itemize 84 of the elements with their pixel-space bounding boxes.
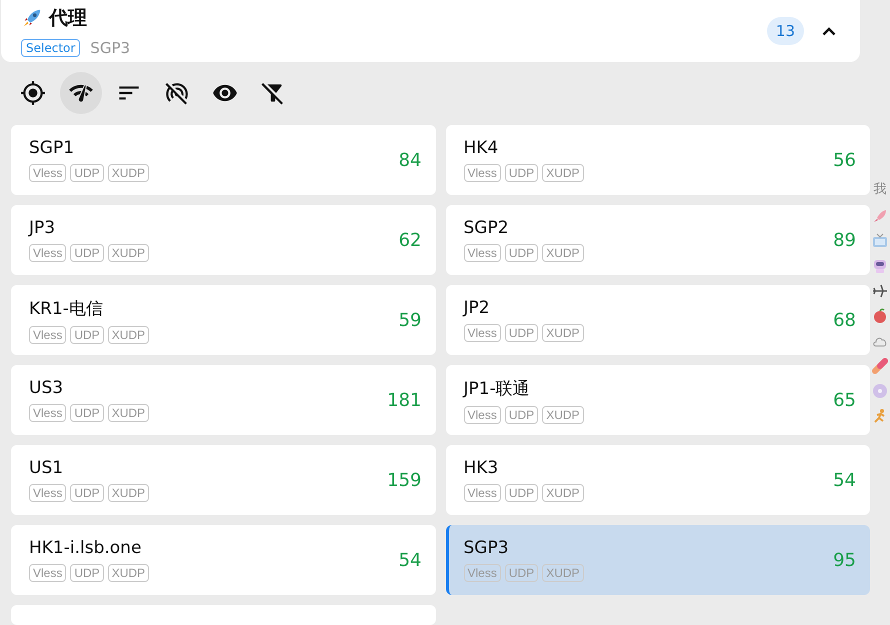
proxy-name: SGP1 bbox=[29, 138, 76, 158]
proxy-tag: XUDP bbox=[542, 564, 584, 582]
proxy-card[interactable]: US1 Vless UDP XUDP 159 bbox=[11, 445, 436, 515]
latency-value: 59 bbox=[398, 310, 422, 330]
toolbar-button[interactable] bbox=[60, 72, 102, 114]
proxy-card[interactable]: JP3 Vless UDP XUDP 62 bbox=[11, 205, 436, 275]
proxy-name: HK1-i.lsb.one bbox=[29, 538, 142, 558]
proxy-tag: XUDP bbox=[542, 324, 584, 342]
proxy-tag: UDP bbox=[504, 244, 538, 262]
proxy-card[interactable]: HK1-i.lsb.one Vless UDP XUDP 54 bbox=[11, 525, 436, 595]
proxy-tag: XUDP bbox=[108, 326, 150, 344]
proxy-tag: Vless bbox=[29, 404, 66, 422]
proxy-name: SGP3 bbox=[464, 538, 510, 558]
latency-value: 89 bbox=[833, 230, 856, 250]
proxy-name: US1 bbox=[29, 458, 64, 478]
proxy-card[interactable]: HK4 Vless UDP XUDP 56 bbox=[446, 125, 870, 195]
proxy-tag: XUDP bbox=[108, 404, 150, 422]
proxy-tag: UDP bbox=[70, 404, 104, 422]
proxy-card[interactable]: SGP3 Vless UDP XUDP 95 bbox=[446, 525, 870, 595]
latency-value: 54 bbox=[833, 470, 856, 490]
proxy-name: HK4 bbox=[464, 138, 500, 158]
latency-value: 84 bbox=[398, 150, 422, 170]
apple-icon[interactable] bbox=[872, 308, 888, 324]
latency-value: 95 bbox=[833, 550, 856, 570]
latency-value: 181 bbox=[387, 390, 422, 410]
proxy-name: SGP2 bbox=[464, 218, 510, 238]
proxy-card[interactable]: JP1-联通 Vless UDP XUDP 65 bbox=[446, 365, 870, 435]
proxy-tag: Vless bbox=[464, 484, 501, 502]
proxy-tag: XUDP bbox=[108, 484, 150, 502]
proxy-tag: Vless bbox=[464, 564, 501, 582]
proxy-tag: XUDP bbox=[542, 164, 584, 182]
proxy-tag: XUDP bbox=[108, 564, 150, 582]
current-proxy: SGP3 bbox=[90, 39, 130, 57]
proxy-name: JP1-联通 bbox=[464, 378, 531, 400]
proxy-card[interactable]: SGP2 Vless UDP XUDP 89 bbox=[446, 205, 870, 275]
proxy-tag: UDP bbox=[70, 326, 104, 344]
airplane-icon[interactable] bbox=[872, 283, 888, 299]
proxy-tag: XUDP bbox=[542, 244, 584, 262]
latency-value: 62 bbox=[398, 230, 422, 250]
group-title: 代理 bbox=[49, 6, 87, 31]
proxy-tag: XUDP bbox=[108, 244, 150, 262]
proxy-tag: Vless bbox=[464, 324, 501, 342]
proxy-tag: Vless bbox=[29, 484, 66, 502]
latency-value: 65 bbox=[833, 390, 856, 410]
proxy-card[interactable]: KR1-电信 Vless UDP XUDP 59 bbox=[11, 285, 436, 355]
proxy-card[interactable]: US3 Vless UDP XUDP 181 bbox=[11, 365, 436, 435]
proxy-tag: UDP bbox=[70, 564, 104, 582]
proxy-tag: UDP bbox=[504, 484, 538, 502]
proxy-tag: Vless bbox=[464, 164, 501, 182]
proxy-card[interactable]: SGP1 Vless UDP XUDP 84 bbox=[11, 125, 436, 195]
latency-value: 56 bbox=[833, 150, 856, 170]
proxy-name: KR1-电信 bbox=[29, 298, 104, 320]
proxy-tag: Vless bbox=[29, 326, 66, 344]
proxy-tag: UDP bbox=[70, 244, 104, 262]
proxy-tag: XUDP bbox=[108, 164, 150, 182]
proxy-card[interactable]: JP2 Vless UDP XUDP 68 bbox=[446, 285, 870, 355]
chevron-icon bbox=[822, 26, 836, 36]
proxy-tag: UDP bbox=[70, 164, 104, 182]
proxy-count-badge: 13 bbox=[766, 17, 804, 45]
signal-off-icon bbox=[164, 80, 190, 106]
proxy-tag: UDP bbox=[504, 406, 538, 424]
proxy-tag: UDP bbox=[504, 564, 538, 582]
latency-value: 68 bbox=[833, 310, 856, 330]
proxy-tag: XUDP bbox=[542, 406, 584, 424]
proxy-tag: UDP bbox=[504, 164, 538, 182]
proxy-tag: UDP bbox=[70, 484, 104, 502]
pill-icon[interactable] bbox=[872, 358, 888, 374]
proxy-card[interactable]: HK3 Vless UDP XUDP 54 bbox=[446, 445, 870, 515]
proxy-tag: UDP bbox=[504, 324, 538, 342]
locate-icon bbox=[20, 80, 46, 106]
proxy-tag: Vless bbox=[29, 244, 66, 262]
proxy-name: US3 bbox=[29, 378, 64, 398]
proxy-tag: Vless bbox=[29, 564, 66, 582]
group-type-badge: Selector bbox=[21, 39, 80, 57]
proxy-tag: Vless bbox=[464, 244, 501, 262]
proxy-tag: Vless bbox=[29, 164, 66, 182]
proxy-name: JP3 bbox=[29, 218, 56, 238]
proxy-name: JP2 bbox=[464, 298, 491, 318]
proxy-tag: XUDP bbox=[542, 484, 584, 502]
proxy-name: HK3 bbox=[464, 458, 500, 478]
latency-value: 159 bbox=[387, 470, 422, 490]
proxy-tag: Vless bbox=[464, 406, 501, 424]
latency-value: 54 bbox=[398, 550, 422, 570]
robot-icon[interactable] bbox=[872, 258, 888, 274]
